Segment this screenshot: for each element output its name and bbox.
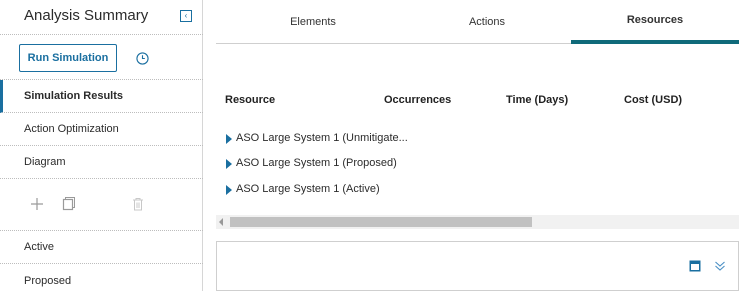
scenario-actions-toolbar [0, 181, 203, 231]
sidebar-toolbar: Run Simulation [0, 35, 203, 80]
expand-caret-icon[interactable] [226, 134, 232, 144]
table-row[interactable]: ASO Large System 1 (Proposed) [216, 152, 739, 176]
history-clock-icon[interactable] [136, 52, 149, 65]
table-row[interactable]: ASO Large System 1 (Active) [216, 178, 739, 202]
sidebar-item-label: Simulation Results [24, 90, 124, 102]
results-main-panel: Elements Actions Resources Resource Occu… [216, 0, 739, 291]
sidebar-header: Analysis Summary ‹ [0, 0, 203, 35]
scroll-left-arrow-icon[interactable] [219, 218, 223, 226]
expand-caret-icon[interactable] [226, 159, 232, 169]
scenario-item-label: Active [24, 241, 54, 253]
column-header-resource[interactable]: Resource [225, 94, 275, 106]
scrollbar-thumb[interactable] [230, 217, 532, 227]
expand-caret-icon[interactable] [226, 185, 232, 195]
sidebar-item-label: Diagram [24, 156, 66, 168]
sidebar-item-label: Action Optimization [24, 123, 119, 135]
scenario-item-label: Proposed [24, 274, 72, 287]
resource-label: ASO Large System 1 (Active) [236, 183, 380, 195]
column-header-time-days[interactable]: Time (Days) [506, 94, 568, 106]
tab-label: Elements [290, 16, 336, 28]
tab-elements[interactable]: Elements [238, 0, 388, 44]
collapse-sidebar-button[interactable]: ‹ [180, 10, 192, 22]
double-chevron-down-icon[interactable] [714, 260, 726, 272]
trash-icon[interactable] [130, 196, 146, 212]
column-header-cost-usd[interactable]: Cost (USD) [624, 94, 682, 106]
tab-resources[interactable]: Resources [571, 0, 739, 44]
tab-label: Resources [626, 14, 684, 26]
analysis-sidebar: Analysis Summary ‹ Run Simulation Simula… [0, 0, 203, 291]
sidebar-item-diagram[interactable]: Diagram [0, 146, 203, 179]
copy-icon[interactable] [60, 196, 76, 212]
tab-actions[interactable]: Actions [412, 0, 562, 44]
resource-label: ASO Large System 1 (Proposed) [236, 157, 397, 169]
tab-label: Actions [468, 16, 506, 28]
sidebar-item-action-optimization[interactable]: Action Optimization [0, 113, 203, 146]
window-icon[interactable] [689, 260, 701, 272]
results-tabs: Elements Actions Resources [216, 0, 739, 44]
horizontal-scrollbar[interactable] [216, 215, 739, 229]
details-panel [216, 241, 739, 291]
plus-icon[interactable] [29, 196, 45, 212]
scenario-item-proposed[interactable]: Proposed [0, 264, 203, 291]
resource-label: ASO Large System 1 (Unmitigate... [236, 132, 408, 144]
sidebar-item-simulation-results[interactable]: Simulation Results [0, 80, 203, 113]
table-header-row: Resource Occurrences Time (Days) Cost (U… [216, 90, 739, 112]
column-header-occurrences[interactable]: Occurrences [384, 94, 451, 106]
scenario-item-active[interactable]: Active [0, 231, 203, 264]
table-row[interactable]: ASO Large System 1 (Unmitigate... [216, 127, 739, 151]
sidebar-title: Analysis Summary [24, 7, 149, 24]
run-simulation-button[interactable]: Run Simulation [19, 44, 117, 72]
